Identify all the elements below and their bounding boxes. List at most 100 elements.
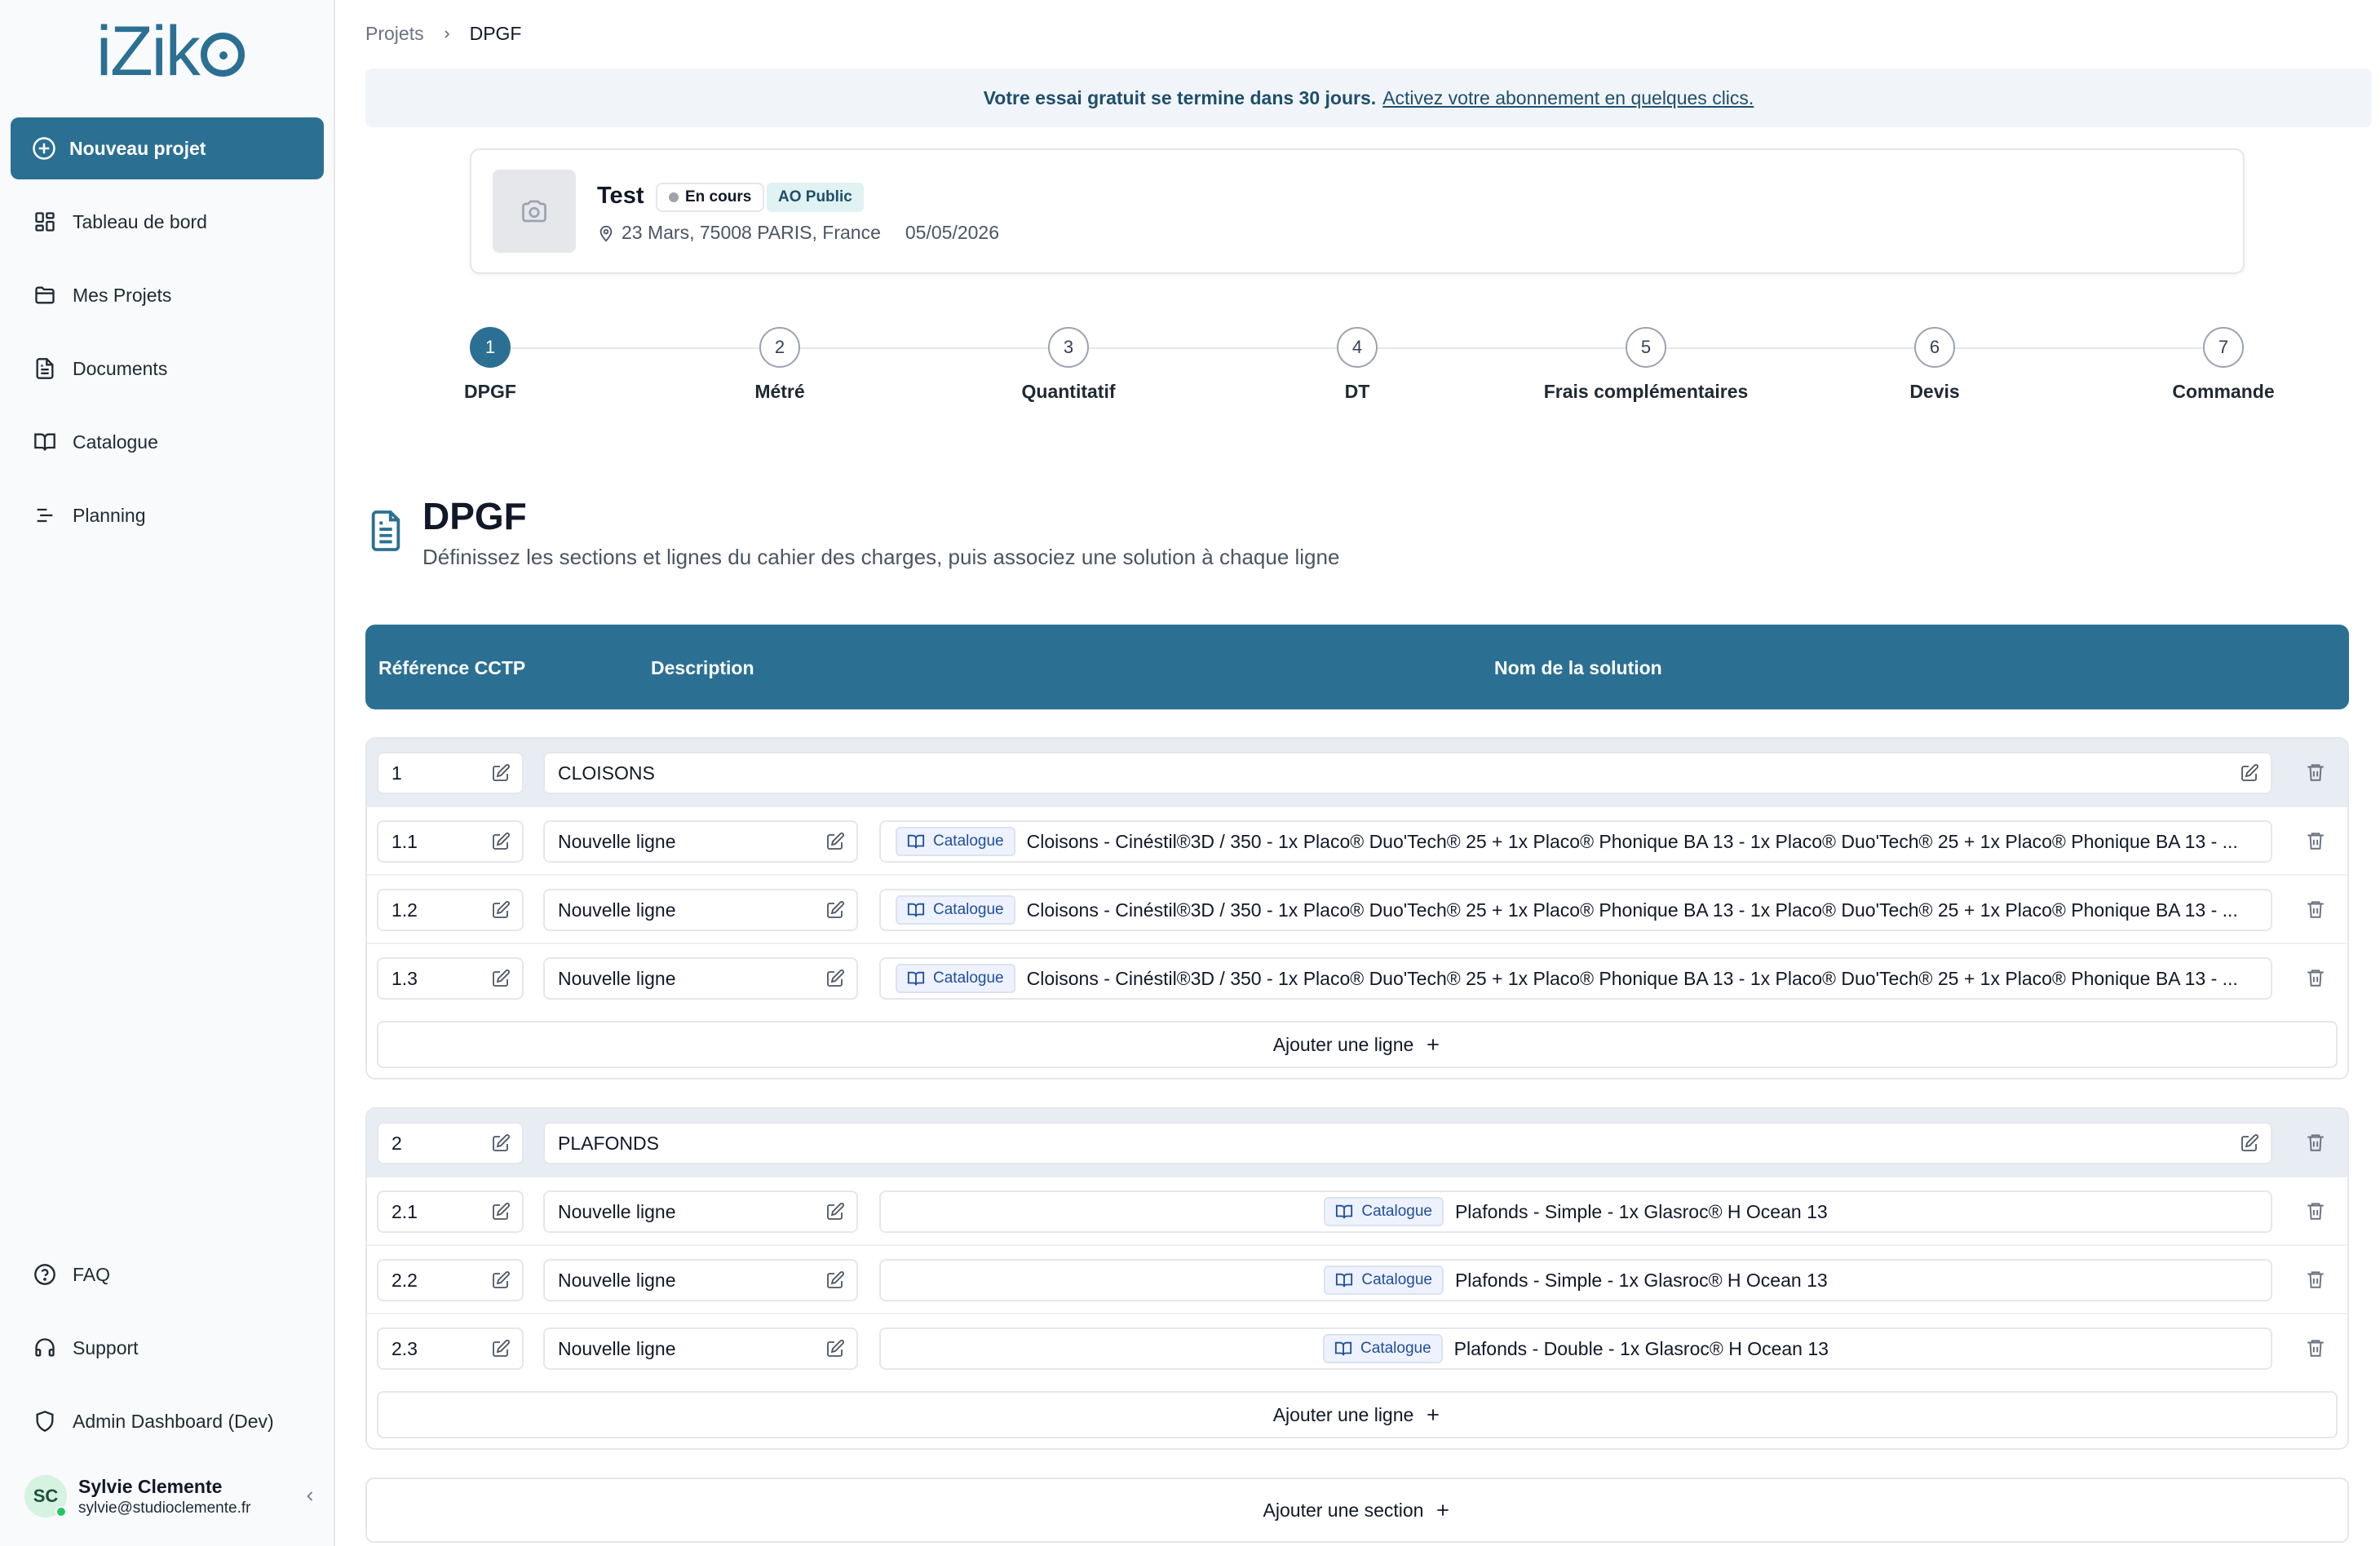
project-title: Test — [597, 183, 644, 209]
step-metre[interactable]: 2 Métré — [682, 327, 878, 403]
edit-icon[interactable] — [491, 1133, 511, 1153]
add-section-button[interactable]: Ajouter une section — [365, 1478, 2349, 1543]
sidebar-item-documents[interactable]: Documents — [11, 344, 324, 393]
step-commande[interactable]: 7 Commande — [2126, 327, 2321, 403]
delete-line-icon[interactable] — [2305, 830, 2326, 851]
section-ref-field[interactable]: 2 — [377, 1122, 524, 1164]
sidebar-item-label: Documents — [73, 357, 168, 379]
catalogue-badge-label: Catalogue — [1360, 1340, 1431, 1357]
sidebar-item-admin[interactable]: Admin Dashboard (Dev) — [11, 1397, 324, 1446]
edit-icon[interactable] — [825, 1270, 845, 1290]
edit-icon[interactable] — [825, 1202, 845, 1221]
line-ref-field[interactable]: 2.3 — [377, 1327, 524, 1370]
line-description-field[interactable]: Nouvelle ligne — [543, 889, 858, 931]
row-divider — [367, 943, 2347, 944]
line-ref-field[interactable]: 1.3 — [377, 957, 524, 1000]
plus-icon — [1425, 1036, 1441, 1053]
section-name-field[interactable]: PLAFONDS — [543, 1122, 2272, 1164]
line-description-value: Nouvelle ligne — [558, 899, 676, 921]
line-description-field[interactable]: Nouvelle ligne — [543, 1259, 858, 1301]
solution-field[interactable]: Catalogue Cloisons - Cinéstil®3D / 350 -… — [879, 820, 2272, 863]
step-quantitatif[interactable]: 3 Quantitatif — [971, 327, 1166, 403]
step-number: 7 — [2203, 327, 2244, 368]
step-number: 1 — [470, 327, 511, 368]
line-description-field[interactable]: Nouvelle ligne — [543, 1190, 858, 1233]
section-name-field[interactable]: CLOISONS — [543, 752, 2272, 794]
edit-icon[interactable] — [825, 969, 845, 988]
line-ref-field[interactable]: 2.1 — [377, 1190, 524, 1233]
line-description-value: Nouvelle ligne — [558, 967, 676, 989]
line-description-field[interactable]: Nouvelle ligne — [543, 820, 858, 863]
solution-field[interactable]: Catalogue Plafonds - Simple - 1x Glasroc… — [879, 1190, 2272, 1233]
delete-section-icon[interactable] — [2305, 762, 2326, 783]
edit-icon[interactable] — [825, 1339, 845, 1358]
solution-field[interactable]: Catalogue Cloisons - Cinéstil®3D / 350 -… — [879, 889, 2272, 931]
collapse-sidebar-icon[interactable] — [302, 1488, 318, 1504]
table-header: Référence CCTP Description Nom de la sol… — [365, 625, 2349, 709]
catalogue-badge-label: Catalogue — [1361, 1203, 1432, 1220]
edit-icon[interactable] — [491, 1270, 511, 1290]
edit-icon[interactable] — [491, 900, 511, 920]
catalogue-badge: Catalogue — [1324, 1266, 1444, 1295]
edit-icon[interactable] — [2240, 1133, 2259, 1153]
project-thumbnail[interactable] — [493, 170, 576, 253]
section-ref-field[interactable]: 1 — [377, 752, 524, 794]
delete-line-icon[interactable] — [2305, 899, 2326, 920]
section-ref-value: 1 — [392, 762, 402, 784]
solution-field[interactable]: Catalogue Cloisons - Cinéstil®3D / 350 -… — [879, 957, 2272, 1000]
line-description-field[interactable]: Nouvelle ligne — [543, 957, 858, 1000]
line-ref-field[interactable]: 1.2 — [377, 889, 524, 931]
step-dt[interactable]: 4 DT — [1259, 327, 1455, 403]
subscription-link[interactable]: Activez votre abonnement en quelques cli… — [1382, 87, 1754, 109]
delete-line-icon[interactable] — [2305, 967, 2326, 988]
catalogue-badge: Catalogue — [1324, 1197, 1444, 1226]
user-menu[interactable]: SC Sylvie Clemente sylvie@studioclemente… — [24, 1468, 318, 1525]
solution-field[interactable]: Catalogue Plafonds - Simple - 1x Glasroc… — [879, 1259, 2272, 1301]
step-number: 6 — [1914, 327, 1955, 368]
edit-icon[interactable] — [825, 832, 845, 851]
add-section-label: Ajouter une section — [1263, 1499, 1424, 1521]
add-line-button[interactable]: Ajouter une ligne — [377, 1021, 2338, 1068]
edit-icon[interactable] — [491, 763, 511, 783]
sidebar-item-dashboard[interactable]: Tableau de bord — [11, 197, 324, 246]
sidebar-item-catalogue[interactable]: Catalogue — [11, 417, 324, 466]
sidebar-item-projects[interactable]: Mes Projets — [11, 271, 324, 320]
line-ref-field[interactable]: 1.1 — [377, 820, 524, 863]
delete-line-icon[interactable] — [2305, 1337, 2326, 1358]
step-frais[interactable]: 5 Frais complémentaires — [1544, 327, 1748, 403]
sidebar-item-label: Catalogue — [73, 431, 158, 453]
step-dpgf[interactable]: 1 DPGF — [392, 327, 588, 403]
step-number: 5 — [1626, 327, 1666, 368]
sidebar-item-planning[interactable]: Planning — [11, 491, 324, 540]
project-address: 23 Mars, 75008 PARIS, France 05/05/2026 — [597, 222, 999, 244]
app-logo[interactable]: iZik — [96, 11, 245, 92]
catalogue-badge: Catalogue — [896, 964, 1015, 993]
solution-field[interactable]: Catalogue Plafonds - Double - 1x Glasroc… — [879, 1327, 2272, 1370]
line-ref-value: 2.3 — [392, 1337, 418, 1359]
sidebar-item-faq[interactable]: FAQ — [11, 1250, 324, 1299]
step-number: 2 — [759, 327, 800, 368]
edit-icon[interactable] — [825, 900, 845, 920]
delete-line-icon[interactable] — [2305, 1200, 2326, 1221]
edit-icon[interactable] — [491, 969, 511, 988]
new-project-button[interactable]: Nouveau projet — [11, 117, 324, 179]
edit-icon[interactable] — [491, 1202, 511, 1221]
step-devis[interactable]: 6 Devis — [1837, 327, 2033, 403]
user-email: sylvie@studioclemente.fr — [78, 1499, 251, 1517]
line-ref-value: 1.2 — [392, 899, 418, 921]
line-ref-field[interactable]: 2.2 — [377, 1259, 524, 1301]
sidebar-item-label: Admin Dashboard (Dev) — [73, 1410, 274, 1432]
plus-icon — [1435, 1502, 1451, 1518]
sidebar-item-label: FAQ — [73, 1263, 111, 1285]
edit-icon[interactable] — [491, 832, 511, 851]
delete-line-icon[interactable] — [2305, 1269, 2326, 1290]
camera-icon — [520, 197, 549, 226]
breadcrumb-projects-link[interactable]: Projets — [365, 23, 424, 45]
edit-icon[interactable] — [491, 1339, 511, 1358]
delete-section-icon[interactable] — [2305, 1132, 2326, 1153]
edit-icon[interactable] — [2240, 763, 2259, 783]
line-description-field[interactable]: Nouvelle ligne — [543, 1327, 858, 1370]
sidebar-item-support[interactable]: Support — [11, 1323, 324, 1372]
add-line-button[interactable]: Ajouter une ligne — [377, 1391, 2338, 1438]
document-icon — [367, 509, 405, 553]
